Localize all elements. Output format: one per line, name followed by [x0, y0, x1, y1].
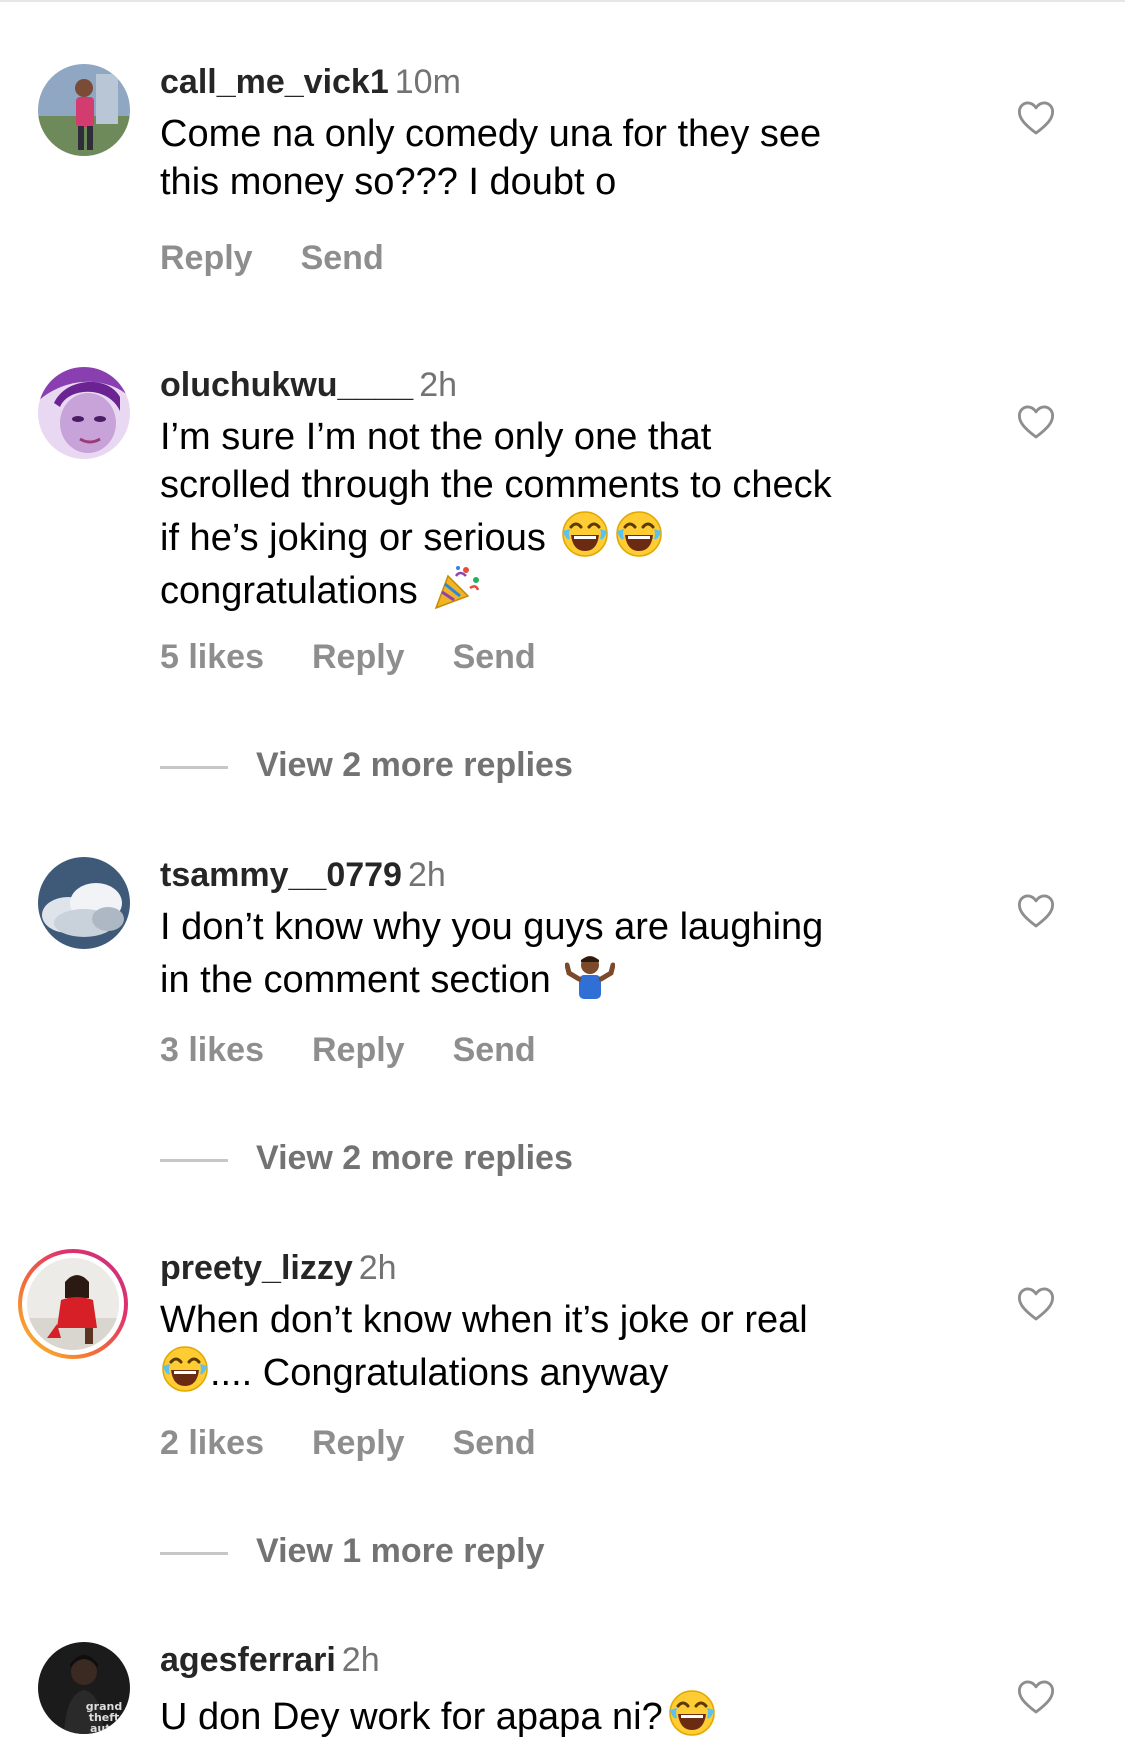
timestamp: 10m — [394, 63, 461, 101]
comment-text-line-with-emoji: U don Dey work for apapa ni? — [160, 1688, 960, 1741]
avatar[interactable] — [38, 857, 130, 949]
likes-count[interactable]: 5 likes — [160, 638, 264, 676]
heart-icon[interactable] — [1017, 404, 1055, 440]
comment-text: Come na only comedy una for they see thi… — [160, 110, 960, 206]
username[interactable]: call_me_vick1 — [160, 63, 389, 101]
comment-text: I’m sure I’m not the only one that scrol… — [160, 413, 960, 615]
comment-body: preety_lizzy 2h When don’t know when it’s… — [160, 1248, 960, 1397]
top-divider — [0, 0, 1125, 2]
heart-icon[interactable] — [1017, 1286, 1055, 1322]
comment-text-line-with-emoji: congratulations — [160, 562, 960, 615]
person-shrugging-emoji — [565, 951, 616, 1001]
comment-body: agesferrari 2h U don Dey work for apapa n… — [160, 1640, 960, 1741]
likes-count[interactable]: 3 likes — [160, 1031, 264, 1069]
view-more-replies-label: View 1 more reply — [256, 1532, 545, 1570]
comment-text-line: Come na only comedy una for they see — [160, 113, 822, 155]
heart-icon[interactable] — [1017, 893, 1055, 929]
avatar-with-story-ring[interactable] — [18, 1249, 128, 1359]
avatar — [27, 1258, 119, 1350]
avatar-logo-text: auto — [90, 1722, 119, 1734]
reply-button[interactable]: Reply — [312, 1031, 405, 1069]
send-button[interactable]: Send — [301, 239, 384, 277]
timestamp: 2h — [341, 1641, 380, 1679]
comment-body: tsammy__0779 2h I don’t know why you guys… — [160, 855, 960, 1004]
comment-actions: 5 likes Reply Send — [160, 637, 584, 677]
reply-button[interactable]: Reply — [312, 638, 405, 676]
username[interactable]: preety_lizzy — [160, 1249, 353, 1287]
comment-text-line: I’m sure I’m not the only one that — [160, 416, 712, 458]
view-more-replies-button[interactable]: View 2 more replies — [160, 1138, 573, 1178]
comment-text: U don Dey work for apapa ni? — [160, 1688, 960, 1741]
face-with-tears-of-joy-emoji — [560, 509, 610, 559]
comment-text-line: scrolled through the comments to check — [160, 464, 832, 506]
send-button[interactable]: Send — [453, 1424, 536, 1462]
timestamp: 2h — [358, 1249, 397, 1287]
comment-text-segment: U don Dey work for apapa ni? — [160, 1696, 663, 1738]
timestamp: 2h — [407, 856, 446, 894]
avatar[interactable] — [38, 367, 130, 459]
comment-actions: 2 likes Reply Send — [160, 1423, 584, 1463]
reply-button[interactable]: Reply — [312, 1424, 405, 1462]
comment-text-segment: in the comment section — [160, 959, 551, 1001]
comment-actions: Reply Send — [160, 238, 432, 278]
comment-text-line-with-emoji: if he’s joking or serious — [160, 509, 960, 562]
party-popper-emoji — [432, 562, 482, 612]
timestamp: 2h — [419, 366, 458, 404]
avatar[interactable]: grand theft auto — [38, 1642, 130, 1734]
view-more-replies-label: View 2 more replies — [256, 1139, 573, 1177]
comment-text-segment: congratulations — [160, 570, 418, 612]
comment-text-line-with-emoji: in the comment section — [160, 951, 960, 1004]
comment-text-line-with-emoji: .... Congratulations anyway — [160, 1344, 960, 1397]
view-more-replies-label: View 2 more replies — [256, 746, 573, 784]
comment-text-line: When don’t know when it’s joke or real — [160, 1299, 808, 1341]
view-more-replies-button[interactable]: View 2 more replies — [160, 745, 573, 785]
comment-text: When don’t know when it’s joke or real .… — [160, 1296, 960, 1397]
avatar-ring-gap — [22, 1253, 124, 1355]
reply-thread-line — [160, 765, 228, 769]
face-with-tears-of-joy-emoji — [614, 509, 664, 559]
avatar[interactable] — [38, 64, 130, 156]
reply-button[interactable]: Reply — [160, 239, 253, 277]
comment-text-line: this money so??? I doubt o — [160, 161, 617, 203]
comment-text-line: I don’t know why you guys are laughing — [160, 906, 824, 948]
comment-text-segment: .... Congratulations anyway — [210, 1352, 669, 1394]
comment-body: call_me_vick1 10m Come na only comedy una… — [160, 62, 960, 206]
username[interactable]: agesferrari — [160, 1641, 336, 1679]
comment-text: I don’t know why you guys are laughing i… — [160, 903, 960, 1004]
heart-icon[interactable] — [1017, 1679, 1055, 1715]
username[interactable]: tsammy__0779 — [160, 856, 402, 894]
send-button[interactable]: Send — [453, 1031, 536, 1069]
heart-icon[interactable] — [1017, 100, 1055, 136]
view-more-replies-button[interactable]: View 1 more reply — [160, 1531, 545, 1571]
comment-body: oluchukwu____ 2h I’m sure I’m not the onl… — [160, 365, 960, 615]
likes-count[interactable]: 2 likes — [160, 1424, 264, 1462]
send-button[interactable]: Send — [453, 638, 536, 676]
comment-actions: 3 likes Reply Send — [160, 1030, 584, 1070]
username[interactable]: oluchukwu____ — [160, 366, 413, 404]
reply-thread-line — [160, 1158, 228, 1162]
face-with-tears-of-joy-emoji — [667, 1688, 717, 1738]
comment-text-segment: if he’s joking or serious — [160, 517, 546, 559]
reply-thread-line — [160, 1551, 228, 1555]
face-with-tears-of-joy-emoji — [160, 1344, 210, 1394]
